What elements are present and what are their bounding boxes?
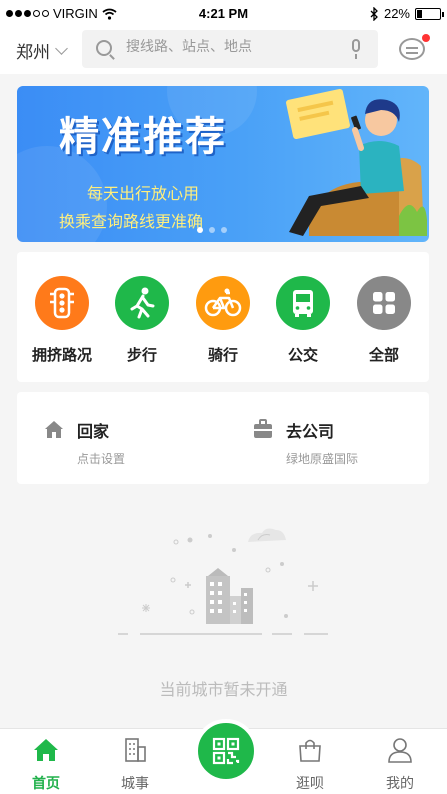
carousel-dot[interactable] bbox=[197, 227, 203, 233]
tab-home[interactable]: 首页 bbox=[6, 737, 86, 793]
action-bus[interactable]: 公交 bbox=[263, 276, 343, 365]
action-label: 全部 bbox=[368, 346, 399, 364]
action-label: 骑行 bbox=[207, 346, 238, 364]
chat-bubble-icon bbox=[399, 38, 425, 60]
bluetooth-icon bbox=[370, 6, 378, 21]
action-all[interactable]: 全部 bbox=[344, 276, 424, 365]
briefcase-icon bbox=[254, 419, 272, 438]
banner-line-2: 换乘查询路线更准确 bbox=[59, 212, 204, 231]
action-label: 拥挤路况 bbox=[31, 346, 92, 364]
search-bar[interactable] bbox=[82, 30, 378, 68]
banner-illustration bbox=[286, 88, 427, 236]
banner-title: 精准推荐 bbox=[59, 114, 227, 160]
messages-button[interactable] bbox=[399, 34, 430, 64]
banner-line-1: 每天出行放心用 bbox=[87, 184, 200, 203]
city-illustration bbox=[118, 528, 328, 635]
company-address: 绿地原盛国际 bbox=[286, 452, 359, 466]
building-icon bbox=[125, 738, 146, 762]
user-icon bbox=[388, 738, 412, 763]
quick-actions-card: 拥挤路况 步行 骑行 公交 全部 bbox=[17, 252, 429, 382]
promo-banner[interactable]: 精准推荐 每天出行放心用 换乘查询路线更准确 bbox=[17, 86, 429, 242]
status-right: 22% bbox=[370, 6, 444, 21]
carousel-dot[interactable] bbox=[221, 227, 227, 233]
home-icon bbox=[45, 421, 63, 438]
action-label: 步行 bbox=[126, 346, 157, 364]
shortcut-places-card: 回家 点击设置 去公司 绿地原盛国际 bbox=[17, 392, 429, 484]
qr-scan-icon bbox=[212, 737, 240, 765]
bus-icon bbox=[276, 276, 330, 330]
battery-percent: 22% bbox=[383, 6, 410, 21]
carousel-dot[interactable] bbox=[209, 227, 215, 233]
walking-icon bbox=[115, 276, 169, 330]
notification-badge bbox=[422, 34, 430, 42]
shopping-bag-icon bbox=[299, 739, 321, 762]
company-label: 去公司 bbox=[286, 422, 335, 441]
city-selector[interactable]: 郑州 bbox=[16, 38, 68, 63]
tab-label: 首页 bbox=[32, 776, 60, 792]
top-header: 郑州 bbox=[0, 28, 447, 74]
battery-icon bbox=[415, 7, 444, 20]
action-label: 公交 bbox=[287, 346, 318, 364]
tab-label: 城事 bbox=[121, 776, 149, 792]
tab-profile[interactable]: 我的 bbox=[360, 737, 440, 793]
empty-state-message: 当前城市暂未开通 bbox=[159, 680, 288, 699]
traffic-light-icon bbox=[35, 276, 89, 330]
status-bar: VIRGIN 4:21 PM 22% bbox=[0, 0, 447, 28]
search-input[interactable] bbox=[126, 39, 326, 55]
action-traffic[interactable]: 拥挤路况 bbox=[22, 276, 102, 365]
search-icon bbox=[96, 40, 112, 56]
home-sublabel: 点击设置 bbox=[77, 452, 126, 466]
home-icon bbox=[34, 739, 58, 761]
tab-browse[interactable]: 逛呗 bbox=[270, 737, 350, 793]
empty-state: 当前城市暂未开通 bbox=[0, 500, 447, 720]
city-name: 郑州 bbox=[16, 43, 50, 63]
carousel-indicator bbox=[197, 227, 227, 233]
tab-label: 逛呗 bbox=[296, 776, 324, 792]
bottom-tab-bar: 首页 城事 逛呗 我的 bbox=[0, 719, 447, 794]
home-label: 回家 bbox=[77, 422, 110, 441]
bicycle-icon bbox=[196, 276, 250, 330]
chevron-down-icon bbox=[55, 41, 68, 55]
action-cycling[interactable]: 骑行 bbox=[183, 276, 263, 365]
tab-label: 我的 bbox=[386, 776, 414, 792]
action-walk[interactable]: 步行 bbox=[102, 276, 182, 365]
tab-city-news[interactable]: 城事 bbox=[95, 737, 175, 793]
microphone-icon[interactable] bbox=[350, 39, 362, 59]
scan-qr-button[interactable] bbox=[194, 719, 258, 783]
grid-icon bbox=[357, 276, 411, 330]
